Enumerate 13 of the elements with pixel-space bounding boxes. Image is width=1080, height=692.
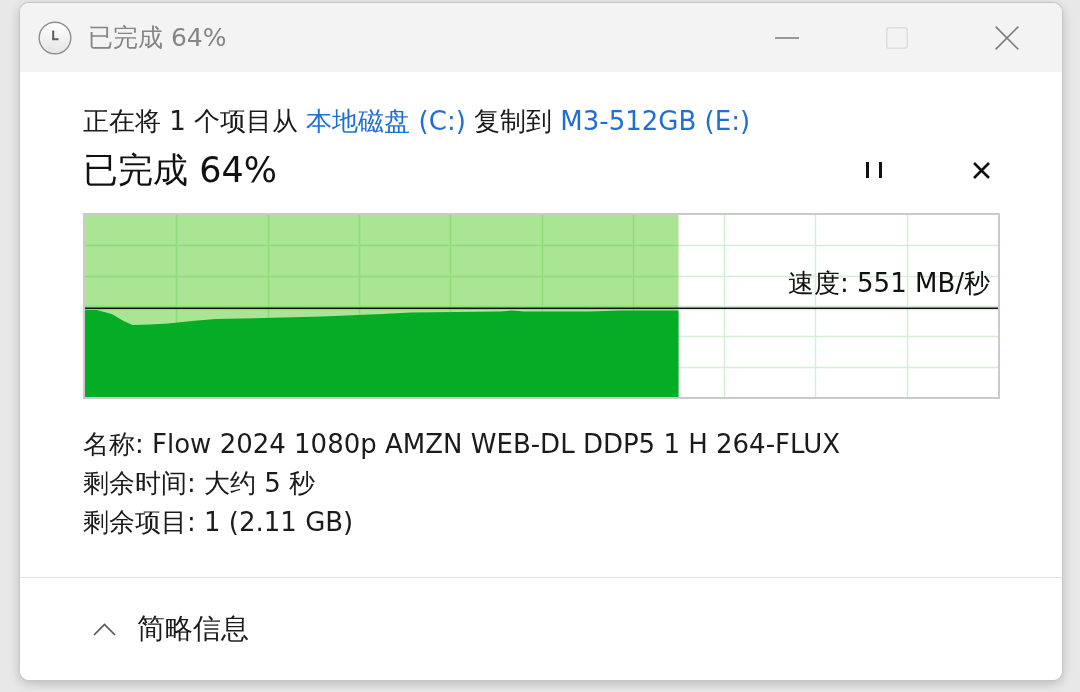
drive-link[interactable]: 本地磁盘 (C:) — [306, 106, 466, 136]
window-title: 已完成 64% — [88, 21, 227, 54]
cancel-icon — [972, 161, 990, 179]
detail-text: 剩余项目: 1 (2.11 GB) — [83, 506, 355, 539]
clock-icon — [38, 20, 72, 55]
details-toggle[interactable]: 简略信息 — [83, 606, 259, 652]
detail-text: 剩余时间: 大约 5 秒 — [83, 467, 317, 500]
drive-link[interactable]: M3-512GB (E:) — [560, 106, 751, 136]
detail-text: 名称: Flow 2024 1080p AMZN WEB-DL DDP5 1 H 264-FLUX — [83, 428, 842, 461]
copy-description: 正在将 1 个项目从 本地磁盘 (C:) 复制到 M3-512GB (E:) — [83, 105, 752, 137]
progress-title: 已完成 64% — [83, 149, 277, 192]
pause-icon — [866, 162, 882, 178]
speed-label: 速度: 551 MB/秒 — [788, 268, 990, 298]
